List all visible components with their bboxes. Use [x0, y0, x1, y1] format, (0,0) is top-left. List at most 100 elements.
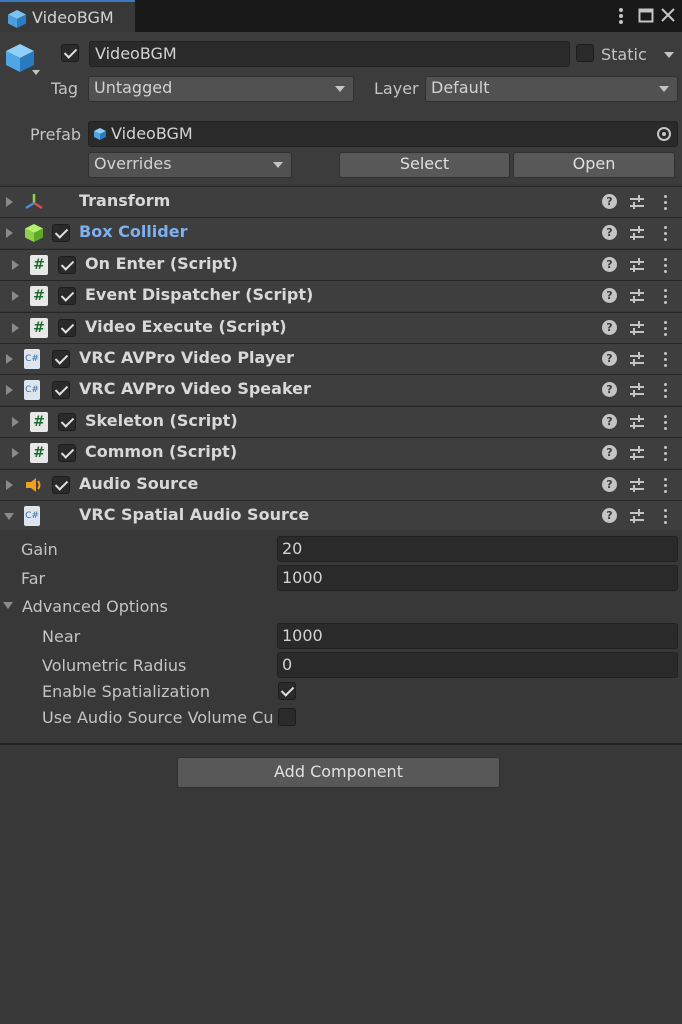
help-icon[interactable]: ?	[602, 225, 617, 240]
component-vrc-avpro-video-speaker[interactable]: C# VRC AVPro Video Speaker?	[0, 374, 682, 405]
component-menu-icon[interactable]	[664, 444, 668, 462]
component-enabled-checkbox[interactable]	[52, 224, 70, 242]
add-component-button[interactable]: Add Component	[177, 757, 500, 788]
chevron-down-icon	[659, 86, 669, 92]
foldout-collapsed-icon[interactable]	[12, 448, 19, 458]
component-enabled-checkbox[interactable]	[52, 350, 70, 368]
help-icon[interactable]: ?	[602, 382, 617, 397]
select-button[interactable]: Select	[339, 152, 510, 178]
layer-dropdown[interactable]: Default	[425, 76, 678, 102]
presets-icon[interactable]	[629, 193, 645, 211]
presets-icon[interactable]	[629, 287, 645, 305]
advanced-options-label[interactable]: Advanced Options	[22, 597, 168, 616]
component-menu-icon[interactable]	[664, 507, 668, 525]
advanced-options-foldout-icon[interactable]	[3, 602, 13, 609]
gain-field[interactable]: 20	[277, 536, 678, 562]
use-audio-source-volume-checkbox[interactable]	[278, 708, 296, 726]
overrides-dropdown[interactable]: Overrides	[88, 152, 292, 178]
enable-spatialization-checkbox[interactable]	[278, 682, 296, 700]
component-skeleton-script[interactable]: # Skeleton (Script)?	[0, 406, 682, 437]
presets-icon[interactable]	[629, 256, 645, 274]
component-enabled-checkbox[interactable]	[58, 256, 76, 274]
prefab-field[interactable]: VideoBGM	[88, 121, 678, 147]
component-menu-icon[interactable]	[664, 224, 668, 242]
help-icon[interactable]: ?	[602, 257, 617, 272]
layer-label: Layer	[374, 79, 419, 98]
component-transform[interactable]: Transform?	[0, 186, 682, 217]
gameobject-header: VideoBGM Static Tag Untagged Layer Defau…	[0, 32, 682, 184]
maximize-icon[interactable]	[638, 4, 654, 32]
component-enabled-checkbox[interactable]	[52, 381, 70, 399]
script-icon: #	[30, 412, 48, 432]
volumetric-radius-field[interactable]: 0	[277, 652, 678, 678]
component-vrc-avpro-video-player[interactable]: C# VRC AVPro Video Player?	[0, 343, 682, 374]
foldout-collapsed-icon[interactable]	[6, 354, 13, 364]
active-checkbox[interactable]	[61, 44, 79, 62]
component-event-dispatcher-script[interactable]: # Event Dispatcher (Script)?	[0, 280, 682, 311]
foldout-collapsed-icon[interactable]	[12, 291, 19, 301]
foldout-collapsed-icon[interactable]	[6, 228, 13, 238]
help-icon[interactable]: ?	[602, 194, 617, 209]
presets-icon[interactable]	[629, 413, 645, 431]
help-icon[interactable]: ?	[602, 414, 617, 429]
presets-icon[interactable]	[629, 507, 645, 525]
component-enabled-checkbox[interactable]	[52, 476, 70, 494]
close-icon[interactable]	[660, 4, 676, 32]
spatial-audio-properties: Gain 20 Far 1000 Advanced Options Near 1…	[0, 530, 682, 744]
presets-icon[interactable]	[629, 224, 645, 242]
presets-icon[interactable]	[629, 350, 645, 368]
help-icon[interactable]: ?	[602, 445, 617, 460]
overrides-label: Overrides	[94, 154, 172, 173]
presets-icon[interactable]	[629, 381, 645, 399]
tag-dropdown[interactable]: Untagged	[88, 76, 354, 102]
component-audio-source[interactable]: Audio Source?	[0, 469, 682, 500]
component-menu-icon[interactable]	[664, 476, 668, 494]
help-icon[interactable]: ?	[602, 288, 617, 303]
foldout-collapsed-icon[interactable]	[12, 260, 19, 270]
component-menu-icon[interactable]	[664, 193, 668, 211]
foldout-collapsed-icon[interactable]	[6, 197, 13, 207]
inspector-tab[interactable]: VideoBGM	[0, 0, 135, 32]
static-dropdown-arrow-icon[interactable]	[664, 52, 674, 58]
component-common-script[interactable]: # Common (Script)?	[0, 437, 682, 468]
foldout-collapsed-icon[interactable]	[12, 323, 19, 333]
component-enabled-checkbox[interactable]	[58, 444, 76, 462]
help-icon[interactable]: ?	[602, 320, 617, 335]
object-name-field[interactable]: VideoBGM	[89, 41, 570, 67]
presets-icon[interactable]	[629, 319, 645, 337]
object-picker-icon[interactable]	[657, 127, 671, 141]
component-menu-icon[interactable]	[664, 319, 668, 337]
component-name: Skeleton (Script)	[85, 411, 238, 430]
component-enabled-checkbox[interactable]	[58, 319, 76, 337]
component-name: VRC AVPro Video Player	[79, 348, 295, 367]
chevron-down-icon	[273, 162, 283, 168]
foldout-collapsed-icon[interactable]	[6, 480, 13, 490]
far-field[interactable]: 1000	[277, 565, 678, 591]
near-field[interactable]: 1000	[277, 623, 678, 649]
component-box-collider[interactable]: Box Collider?	[0, 217, 682, 248]
component-vrc-spatial-audio-source[interactable]: C# VRC Spatial Audio Source?	[0, 500, 682, 531]
component-menu-icon[interactable]	[664, 287, 668, 305]
help-icon[interactable]: ?	[602, 477, 617, 492]
presets-icon[interactable]	[629, 444, 645, 462]
component-menu-icon[interactable]	[664, 350, 668, 368]
kebab-icon[interactable]	[615, 4, 627, 32]
help-icon[interactable]: ?	[602, 508, 617, 523]
static-checkbox[interactable]	[576, 44, 594, 62]
component-menu-icon[interactable]	[664, 256, 668, 274]
icon-dropdown-arrow-icon[interactable]	[32, 70, 40, 75]
component-on-enter-script[interactable]: # On Enter (Script)?	[0, 249, 682, 280]
presets-icon[interactable]	[629, 476, 645, 494]
foldout-collapsed-icon[interactable]	[6, 385, 13, 395]
component-enabled-checkbox[interactable]	[58, 287, 76, 305]
foldout-expanded-icon[interactable]	[4, 513, 14, 520]
component-video-execute-script[interactable]: # Video Execute (Script)?	[0, 312, 682, 343]
foldout-collapsed-icon[interactable]	[12, 417, 19, 427]
open-button[interactable]: Open	[513, 152, 675, 178]
component-enabled-checkbox[interactable]	[58, 413, 76, 431]
help-icon[interactable]: ?	[602, 351, 617, 366]
cube-icon	[8, 10, 26, 28]
script-icon: #	[30, 318, 48, 338]
component-menu-icon[interactable]	[664, 381, 668, 399]
component-menu-icon[interactable]	[664, 413, 668, 431]
